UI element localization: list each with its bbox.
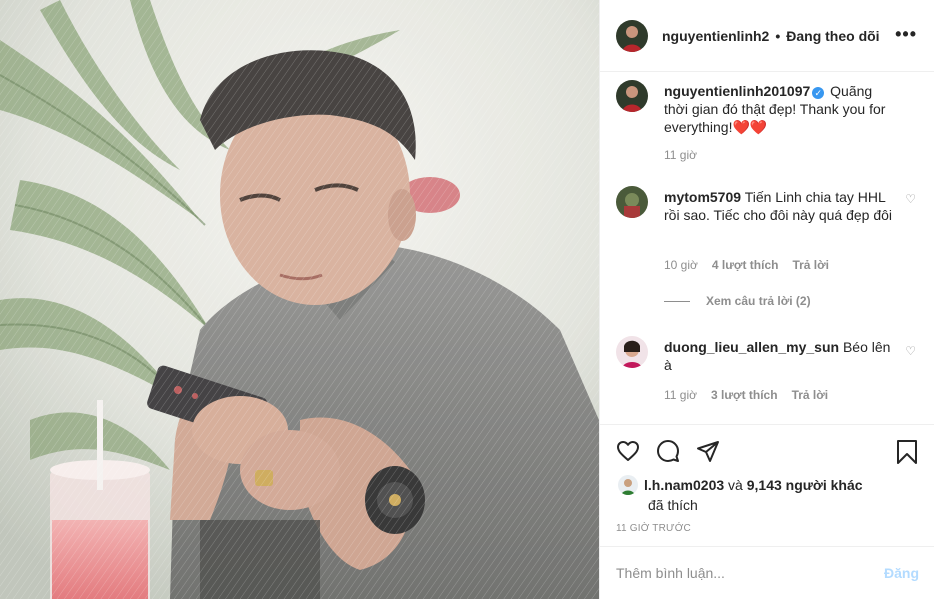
caption-meta: 11 giờ (664, 148, 697, 162)
header-separator: • (775, 27, 781, 44)
comment-meta: 11 giờ 3 lượt thích Trả lời (664, 388, 828, 402)
heart-small-icon[interactable]: ♡ (905, 344, 916, 358)
comment-input[interactable]: Thêm bình luận... (616, 565, 884, 581)
post-photo[interactable] (0, 0, 599, 599)
caption-avatar[interactable] (616, 80, 648, 112)
author-avatar[interactable] (616, 19, 648, 52)
view-replies-button[interactable]: Xem câu trả lời (2) (664, 294, 811, 308)
replies-divider (664, 300, 690, 302)
heart-small-icon[interactable]: ♡ (905, 192, 916, 206)
comment-likes[interactable]: 4 lượt thích (712, 258, 779, 272)
caption: nguyentienlinh201097 ✓ Quãng thời gian đó… (616, 80, 916, 170)
liker-username[interactable]: l.h.nam0203 (644, 477, 724, 493)
comment-username[interactable]: mytom5709 (664, 189, 741, 205)
view-replies-label: Xem câu trả lời (2) (706, 294, 811, 308)
comment-time[interactable]: 11 giờ (664, 388, 697, 402)
instagram-post: nguyentienlinh2 • Đang theo dõi ••• nguy… (0, 0, 934, 599)
comments-list[interactable]: nguyentienlinh201097 ✓ Quãng thời gian đó… (600, 72, 934, 424)
comment-username[interactable]: duong_lieu_allen_my_sun (664, 339, 839, 355)
commenter-avatar[interactable] (616, 186, 648, 218)
author-username[interactable]: nguyentienlinh2 (662, 28, 769, 44)
bookmark-icon[interactable] (895, 439, 919, 465)
liker-avatar[interactable] (618, 475, 638, 495)
comment-item: duong_lieu_allen_my_sun Béo lên à ♡ 11 g… (616, 336, 916, 416)
add-comment-bar: Thêm bình luận... Đăng (600, 546, 934, 599)
comment-body: duong_lieu_allen_my_sun Béo lên à (664, 338, 900, 374)
post-timestamp[interactable]: 11 GIỜ TRƯỚC (616, 523, 691, 534)
likes-others[interactable]: 9,143 người khác (747, 477, 863, 493)
comment-body: mytom5709 Tiến Linh chia tay HHL rồi sao… (664, 188, 900, 224)
action-icons (616, 439, 720, 463)
more-options-icon[interactable]: ••• (895, 24, 917, 44)
post-actions: l.h.nam0203 và 9,143 người khác đã thích… (600, 424, 934, 534)
post-image (0, 0, 599, 599)
likes-and: và (728, 477, 743, 493)
verified-badge-icon: ✓ (812, 87, 825, 99)
post-side-panel: nguyentienlinh2 • Đang theo dõi ••• nguy… (599, 0, 934, 599)
comment-meta: 10 giờ 4 lượt thích Trả lời (664, 258, 829, 272)
post-comment-button[interactable]: Đăng (884, 565, 919, 581)
comment-icon[interactable] (656, 439, 680, 463)
caption-username[interactable]: nguyentienlinh201097 (664, 83, 810, 99)
caption-time[interactable]: 11 giờ (664, 148, 697, 162)
comment-likes[interactable]: 3 lượt thích (711, 388, 778, 402)
comment-item: mytom5709 Tiến Linh chia tay HHL rồi sao… (616, 186, 916, 286)
caption-body: nguyentienlinh201097 ✓ Quãng thời gian đó… (664, 82, 900, 136)
commenter-avatar[interactable] (616, 336, 648, 368)
reply-button[interactable]: Trả lời (792, 388, 829, 402)
caption-emoji: ❤️❤️ (732, 119, 768, 135)
likes-summary: l.h.nam0203 và 9,143 người khác đã thích (618, 475, 918, 515)
following-button[interactable]: Đang theo dõi (786, 28, 879, 44)
heart-icon[interactable] (616, 439, 640, 463)
share-icon[interactable] (696, 439, 720, 463)
likes-suffix: đã thích (648, 497, 698, 513)
comment-time[interactable]: 10 giờ (664, 258, 698, 272)
post-header: nguyentienlinh2 • Đang theo dõi ••• (600, 0, 934, 72)
reply-button[interactable]: Trả lời (792, 258, 829, 272)
